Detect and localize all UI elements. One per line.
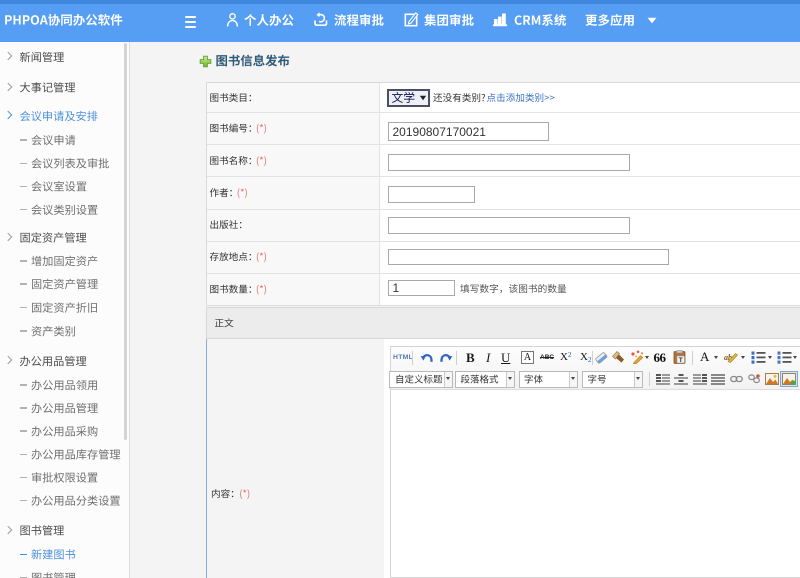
svg-text:T: T [679, 357, 683, 364]
